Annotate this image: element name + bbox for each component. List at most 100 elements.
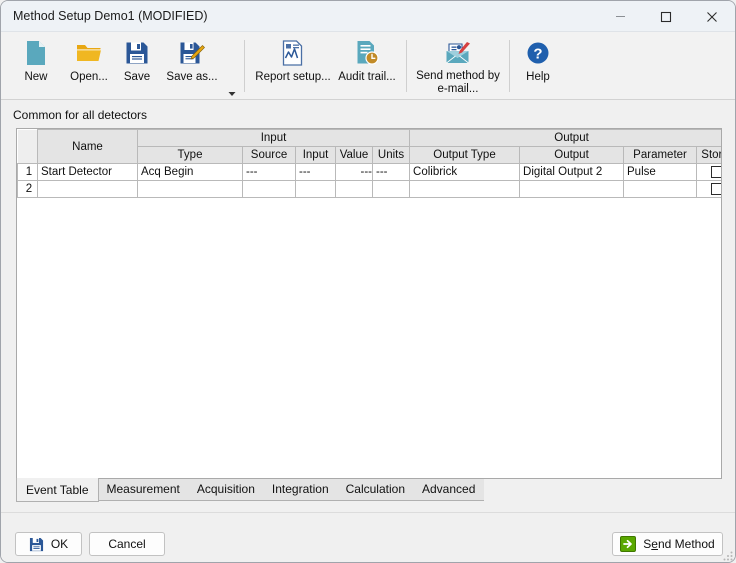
save-as-icon [177,38,207,68]
column-header-name[interactable]: Name [37,129,138,164]
column-header-output-type[interactable]: Output Type [409,146,521,164]
cell-type[interactable] [137,180,243,198]
cell-value[interactable]: --- [335,163,373,181]
cell-store[interactable] [696,163,721,181]
cell-input[interactable]: --- [295,163,336,181]
toolbar: New Open... Save Save as... Report setup… [1,32,735,100]
column-header-units[interactable]: Units [371,146,411,164]
toolbar-button-send-method-email[interactable]: Send method by e-mail... [413,34,503,96]
send-method-accelerator: e [651,537,658,551]
toolbar-separator-2 [406,40,407,92]
toolbar-label-open: Open... [70,71,108,83]
cell-source[interactable]: --- [242,163,296,181]
close-icon [707,11,717,22]
content-area: Common for all detectors Name Input Outp… [1,100,735,512]
tab-acquisition[interactable]: Acquisition [187,479,264,501]
help-question-icon: ? [523,38,553,68]
toolbar-button-help[interactable]: ? Help [519,34,557,96]
cell-type[interactable]: Acq Begin [137,163,243,181]
store-checkbox[interactable] [710,166,721,178]
save-as-dropdown-button[interactable] [227,87,237,97]
green-arrow-icon [620,536,637,552]
cell-source[interactable] [242,180,296,198]
maximize-button[interactable] [643,1,689,32]
window-title: Method Setup Demo1 (MODIFIED) [13,9,208,23]
cell-output-type[interactable]: Colibrick [409,163,521,181]
minimize-icon [615,16,625,17]
toolbar-button-save-as[interactable]: Save as... [159,34,225,96]
cell-value[interactable] [335,180,373,198]
bottom-button-bar: OK Cancel Send Method [1,512,735,562]
maximize-icon [660,11,672,22]
tab-event-table[interactable]: Event Table [16,478,99,502]
row-number: 1 [17,163,38,181]
event-table: Name Input Output Type Source Input Valu… [17,129,721,198]
send-method-suffix: nd Method [657,537,715,551]
section-label: Common for all detectors [13,108,148,122]
column-header-store[interactable]: Store [696,146,721,164]
toolbar-button-open[interactable]: Open... [61,34,117,96]
toolbar-separator-3 [509,40,510,92]
toolbar-button-new[interactable]: New [13,34,59,96]
minimize-button[interactable] [597,1,643,32]
cancel-button[interactable]: Cancel [89,532,165,556]
tab-measurement[interactable]: Measurement [97,479,189,501]
toolbar-label-new: New [24,71,48,83]
cell-parameter[interactable] [623,180,698,198]
table-row[interactable]: 1 Start Detector Acq Begin --- --- --- -… [17,163,721,181]
report-setup-icon [278,38,308,68]
column-header-parameter[interactable]: Parameter [623,146,698,164]
toolbar-button-report-setup[interactable]: Report setup... [254,34,332,96]
column-header-input[interactable]: Input [295,146,336,164]
cell-output[interactable] [519,180,625,198]
tab-bar: Event Table Measurement Acquisition Inte… [16,478,722,502]
send-email-icon [443,38,473,67]
cancel-button-label: Cancel [108,537,146,551]
cell-store[interactable] [696,180,721,198]
send-method-button[interactable]: Send Method [612,532,723,556]
toolbar-label-save-as: Save as... [166,71,218,83]
toolbar-label-report-setup: Report setup... [255,71,331,83]
cell-units[interactable]: --- [371,163,411,181]
new-document-icon [21,38,51,68]
cell-name[interactable] [37,180,138,198]
column-header-output[interactable]: Output [519,146,625,164]
corner-cell [17,129,38,164]
toolbar-button-save[interactable]: Save [117,34,157,96]
cell-output[interactable]: Digital Output 2 [519,163,625,181]
title-bar: Method Setup Demo1 (MODIFIED) [1,1,735,32]
table-row[interactable]: 2 [17,180,721,198]
toolbar-label-send-method-email: Send method by e-mail... [416,70,500,95]
ok-button[interactable]: OK [15,532,82,556]
event-table-panel: Name Input Output Type Source Input Valu… [16,128,722,479]
open-folder-icon [74,38,104,68]
toolbar-button-audit-trail[interactable]: Audit trail... [334,34,400,96]
toolbar-label-audit-trail: Audit trail... [338,71,396,83]
close-button[interactable] [689,1,735,32]
send-method-button-label: Send Method [643,537,714,551]
ok-button-label: OK [50,537,69,551]
tab-integration[interactable]: Integration [262,479,338,501]
column-header-type[interactable]: Type [137,146,243,164]
cell-parameter[interactable]: Pulse [623,163,698,181]
resize-grip[interactable] [721,549,734,562]
cell-units[interactable] [371,180,411,198]
column-header-source[interactable]: Source [242,146,296,164]
column-header-value[interactable]: Value [335,146,373,164]
audit-trail-icon [352,38,382,68]
tab-advanced[interactable]: Advanced [413,479,485,501]
toolbar-label-save: Save [123,71,151,83]
svg-text:?: ? [533,46,542,63]
floppy-disk-icon [29,537,44,552]
cell-name[interactable]: Start Detector [37,163,138,181]
table-group-header-row: Name Input Output [17,129,721,164]
store-checkbox[interactable] [710,183,721,195]
tab-calculation[interactable]: Calculation [336,479,414,501]
floppy-disk-icon [122,38,152,68]
cell-output-type[interactable] [409,180,521,198]
cell-input[interactable] [295,180,336,198]
toolbar-separator-1 [244,40,245,92]
toolbar-label-help: Help [526,71,550,83]
group-header-output: Output [409,129,721,147]
group-header-input: Input [136,129,411,147]
